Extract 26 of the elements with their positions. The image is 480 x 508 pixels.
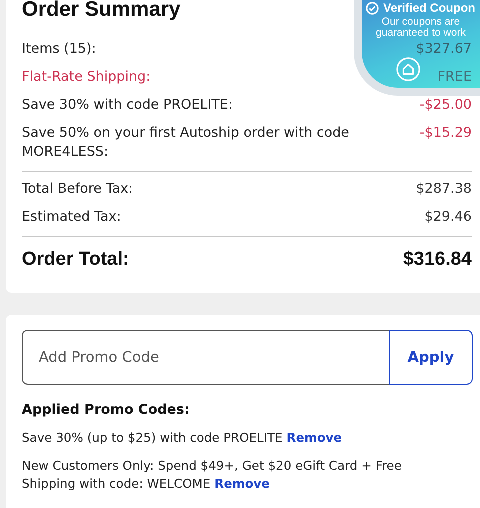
apply-button[interactable]: Apply (389, 330, 473, 385)
total-value: $316.84 (403, 248, 472, 272)
line-label: Flat-Rate Shipping: (22, 68, 151, 87)
line-value: $327.67 (416, 40, 472, 59)
house-icon (396, 57, 420, 82)
line-label: Estimated Tax: (22, 208, 122, 227)
line-label: Save 50% on your first Autoship order with code MORE4LESS: (22, 124, 350, 162)
line-value: -$15.29 (420, 124, 472, 143)
total-label: Order Total: (22, 248, 130, 272)
badge-title: Verified Coupon (383, 1, 476, 15)
line-label: Items (15): (22, 40, 96, 59)
line-value: $29.46 (424, 208, 472, 227)
line-value: $287.38 (416, 180, 472, 199)
badge-text: Our coupons are guaranteed to work (375, 17, 467, 39)
promo-code-field[interactable]: Add Promo Code (22, 330, 389, 385)
line-value: -$25.00 (420, 96, 472, 115)
section-title: Order Summary (22, 0, 181, 22)
line-label: Save 30% with code PROELITE: (22, 96, 234, 115)
applied-codes-title: Applied Promo Codes: (22, 402, 191, 418)
line-label: Total Before Tax: (22, 180, 134, 199)
verified-check-icon (366, 2, 380, 14)
applied-code-text: Save 30% (up to $25) with code PROELITE Remove (22, 430, 344, 447)
remove-link[interactable]: Remove (286, 431, 342, 445)
line-value: FREE (438, 68, 472, 87)
remove-link[interactable]: Remove (214, 477, 270, 491)
applied-code-text: New Customers Only: Spend $49+, Get $20 eGift Card + Free Shipping with code: WELCOME Remove (22, 458, 403, 493)
